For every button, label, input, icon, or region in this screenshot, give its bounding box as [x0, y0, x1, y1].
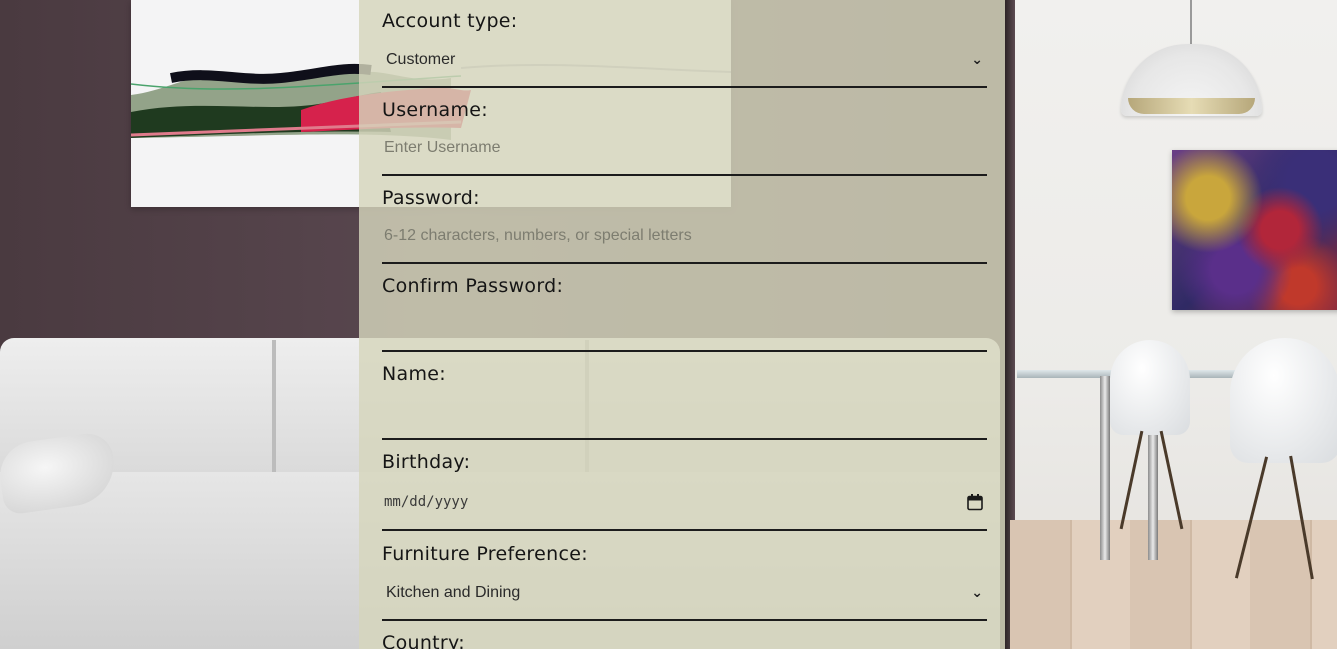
furniture-preference-select[interactable]: Kitchen and Dining ⌄: [382, 566, 987, 621]
dining-chair: [1230, 338, 1337, 463]
chevron-down-icon[interactable]: ⌄: [971, 585, 983, 601]
name-input[interactable]: [382, 386, 987, 438]
name-input-wrap: [382, 386, 987, 440]
name-field: Name:: [382, 362, 987, 440]
sofa-cushion-seam: [272, 340, 276, 480]
password-field: Password:: [382, 186, 987, 264]
username-label: Username:: [382, 99, 488, 121]
password-input-wrap: [382, 210, 987, 264]
password-label: Password:: [382, 187, 480, 209]
account-type-selected-value[interactable]: Customer: [382, 33, 987, 86]
confirm-password-label: Confirm Password:: [382, 275, 564, 297]
username-field: Username:: [382, 98, 987, 176]
confirm-password-input-wrap: [382, 298, 987, 352]
birthday-input[interactable]: mm/dd/yyyy: [382, 474, 987, 531]
furniture-preference-selected-value[interactable]: Kitchen and Dining: [382, 566, 987, 619]
account-type-value: Customer: [386, 50, 456, 68]
lamp-cord: [1190, 0, 1192, 50]
confirm-password-input[interactable]: [382, 298, 987, 350]
account-type-select[interactable]: Customer ⌄: [382, 33, 987, 88]
calendar-icon[interactable]: [967, 493, 983, 510]
chevron-down-icon[interactable]: ⌄: [971, 52, 983, 68]
account-type-field: Account type: Customer ⌄: [382, 9, 987, 88]
furniture-preference-field: Furniture Preference: Kitchen and Dining…: [382, 542, 987, 621]
wood-floor: [1010, 520, 1337, 649]
confirm-password-field: Confirm Password:: [382, 274, 987, 352]
colorful-painting: [1172, 150, 1337, 310]
account-type-label: Account type:: [382, 10, 518, 32]
furniture-preference-value: Kitchen and Dining: [386, 583, 521, 601]
registration-form-panel: Account type: Customer ⌄ Username: Passw…: [359, 0, 1005, 649]
country-label: Country:: [382, 632, 465, 649]
dining-chair: [1110, 340, 1190, 435]
name-label: Name:: [382, 363, 446, 385]
birthday-field: Birthday: mm/dd/yyyy: [382, 450, 987, 531]
lamp-inner-shade: [1128, 98, 1255, 114]
username-input-wrap: [382, 122, 987, 176]
birthday-label: Birthday:: [382, 451, 471, 473]
birthday-date-display[interactable]: mm/dd/yyyy: [382, 474, 987, 529]
password-input[interactable]: [382, 210, 987, 262]
table-leg: [1100, 376, 1110, 560]
furniture-preference-label: Furniture Preference:: [382, 543, 588, 565]
username-input[interactable]: [382, 122, 987, 174]
birthday-placeholder: mm/dd/yyyy: [384, 493, 469, 510]
country-field: Country:: [382, 631, 987, 649]
